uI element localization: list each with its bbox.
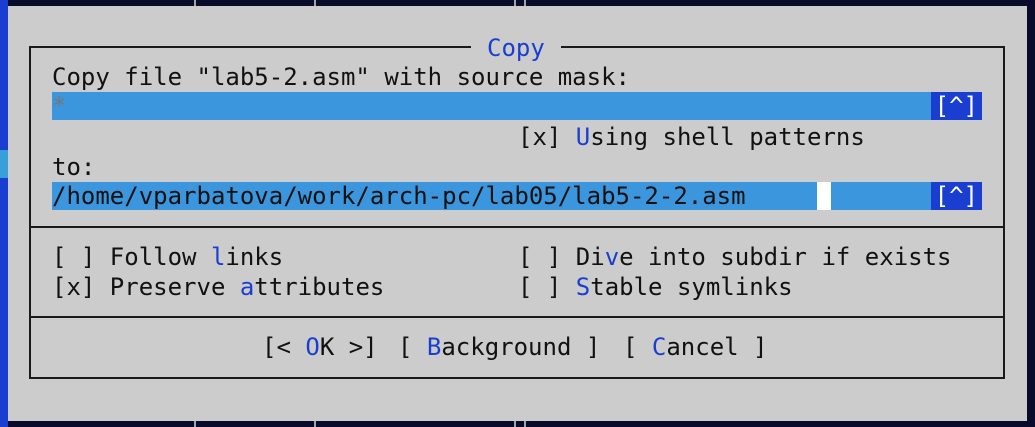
divider	[29, 226, 1005, 228]
dive-into-subdir-mark: [ ]	[518, 243, 576, 271]
ok-button-hotkey: O	[305, 333, 320, 361]
to-label: to:	[52, 153, 96, 181]
background-button-hotkey: B	[426, 333, 442, 361]
follow-links-label-end: inks	[225, 243, 284, 271]
shell-patterns-label: sing shell patterns	[590, 123, 865, 151]
dive-into-subdir-hotkey: v	[604, 243, 620, 271]
follow-links-hotkey: l	[210, 243, 226, 271]
source-history-button[interactable]: [^]	[930, 92, 982, 120]
follow-links-checkbox[interactable]: [ ] Follow links	[52, 242, 283, 272]
destination-history-button[interactable]: [^]	[930, 182, 982, 210]
follow-links-label-start: Follow	[109, 243, 211, 271]
background-button[interactable]: [ Background ]	[398, 332, 600, 362]
preserve-attributes-checkbox[interactable]: [x] Preserve attributes	[52, 272, 384, 302]
destination-value: /home/vparbatova/work/arch-pc/lab05/lab5…	[52, 182, 746, 210]
preserve-attributes-label-start: Preserve	[109, 273, 240, 301]
dialog-title: Copy	[471, 34, 561, 62]
ok-button[interactable]: [< OK >]	[262, 332, 378, 362]
ok-button-left: [<	[262, 333, 306, 361]
stable-symlinks-mark: [ ]	[518, 273, 576, 301]
background-button-left: [	[398, 333, 427, 361]
dive-into-subdir-label-start: Di	[575, 243, 605, 271]
stable-symlinks-hotkey: S	[575, 273, 591, 301]
source-mask-value: *	[52, 92, 67, 120]
dive-into-subdir-checkbox[interactable]: [ ] Dive into subdir if exists	[518, 242, 952, 272]
shell-patterns-hotkey: U	[575, 123, 591, 151]
shell-patterns-mark: [x]	[518, 123, 576, 151]
cancel-button-right: ancel ]	[666, 333, 768, 361]
stable-symlinks-label-end: table symlinks	[590, 273, 793, 301]
follow-links-mark: [ ]	[52, 243, 110, 271]
copy-dialog: Copy Copy file "lab5-2.asm" with source …	[8, 6, 1027, 421]
shell-patterns-checkbox[interactable]: [x] Using shell patterns	[518, 122, 865, 152]
background-panel-edge	[0, 0, 8, 427]
destination-input[interactable]: /home/vparbatova/work/arch-pc/lab05/lab5…	[52, 182, 982, 210]
ok-button-right: K >]	[319, 333, 378, 361]
text-cursor	[817, 182, 831, 210]
background-panel-selection	[0, 150, 8, 178]
dive-into-subdir-label-end: e into subdir if exists	[619, 243, 952, 271]
background-button-right: ackground ]	[441, 333, 601, 361]
divider	[29, 316, 1005, 318]
cancel-button-left: [	[623, 333, 652, 361]
preserve-attributes-label-end: ttributes	[254, 273, 385, 301]
preserve-attributes-mark: [x]	[52, 273, 110, 301]
stable-symlinks-checkbox[interactable]: [ ] Stable symlinks	[518, 272, 793, 302]
source-mask-label: Copy file "lab5-2.asm" with source mask:	[52, 63, 630, 91]
cancel-button[interactable]: [ Cancel ]	[623, 332, 768, 362]
cancel-button-hotkey: C	[651, 333, 667, 361]
source-mask-input[interactable]: * [^]	[52, 92, 982, 120]
preserve-attributes-hotkey: a	[239, 273, 255, 301]
